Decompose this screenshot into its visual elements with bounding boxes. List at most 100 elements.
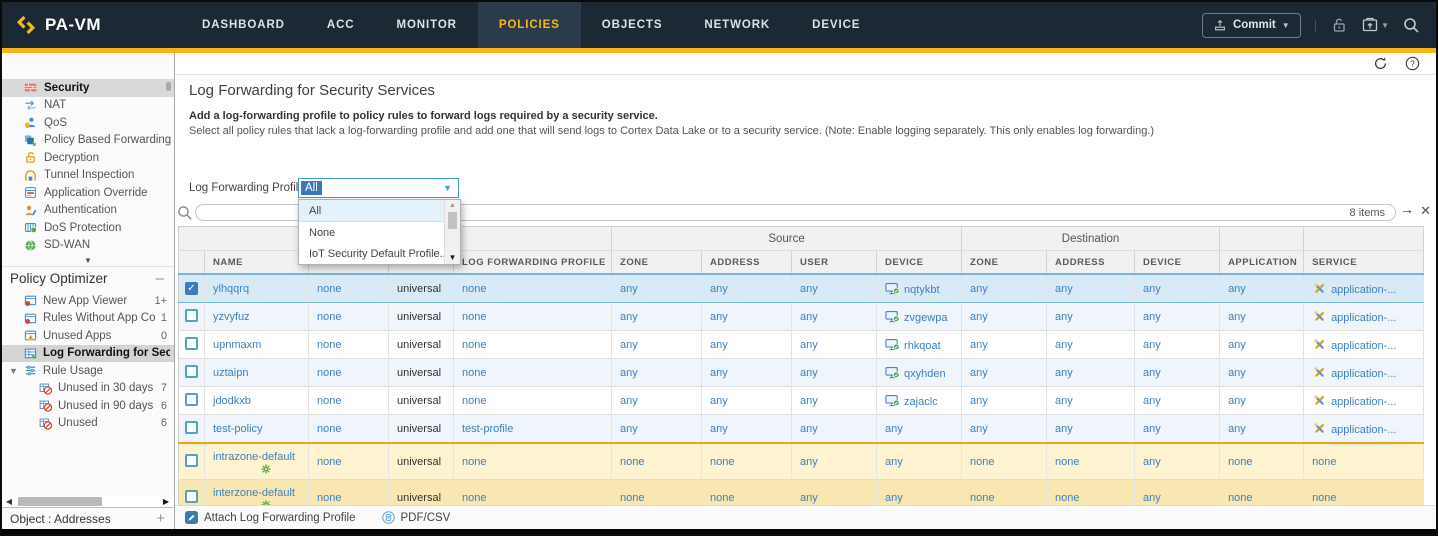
scroll-left-icon[interactable]: ◀ bbox=[2, 497, 16, 506]
rule-name-link[interactable]: interzone-default bbox=[213, 487, 304, 500]
row-checkbox[interactable] bbox=[185, 393, 198, 406]
rule-type-cell[interactable]: universal bbox=[389, 331, 454, 359]
sidebar-item-security[interactable]: Security bbox=[2, 79, 174, 97]
clear-filter-icon[interactable]: ✕ bbox=[1420, 203, 1431, 219]
rule-type-cell[interactable]: universal bbox=[389, 303, 454, 331]
dest-zone-cell[interactable]: any bbox=[962, 387, 1047, 415]
source-zone-cell[interactable]: any bbox=[612, 331, 702, 359]
row-checkbox[interactable]: ✓ bbox=[185, 282, 198, 295]
application-cell[interactable]: any bbox=[1220, 303, 1304, 331]
col-checkbox[interactable] bbox=[179, 251, 205, 275]
sidebar-item-nat[interactable]: NAT bbox=[2, 97, 174, 115]
source-device-cell[interactable]: any bbox=[877, 415, 962, 444]
col-source-address[interactable]: ADDRESS bbox=[702, 251, 792, 275]
service-cell[interactable]: application-... bbox=[1304, 331, 1424, 359]
optimizer-item-rule-usage[interactable]: ▼Rule Usage bbox=[2, 362, 174, 380]
log-forwarding-profile-cell[interactable]: none bbox=[454, 274, 612, 303]
optimizer-item-unused-in-30-days[interactable]: Unused in 30 days7 bbox=[2, 380, 174, 398]
rule-type-cell[interactable]: universal bbox=[389, 415, 454, 444]
col-dest-device[interactable]: DEVICE bbox=[1135, 251, 1220, 275]
rule-type-cell[interactable]: universal bbox=[389, 443, 454, 480]
sidebar-item-policy-based-forwarding[interactable]: Policy Based Forwarding bbox=[2, 132, 174, 150]
scroll-down-arrow-icon[interactable]: ▼ bbox=[2, 254, 174, 266]
service-link[interactable]: application-... bbox=[1331, 340, 1396, 352]
source-address-cell[interactable]: any bbox=[702, 303, 792, 331]
tags-cell[interactable]: none bbox=[309, 359, 389, 387]
source-address-cell[interactable]: any bbox=[702, 415, 792, 444]
source-address-cell[interactable]: any bbox=[702, 331, 792, 359]
col-source-zone[interactable]: ZONE bbox=[612, 251, 702, 275]
source-address-cell[interactable]: any bbox=[702, 359, 792, 387]
row-checkbox-cell[interactable] bbox=[179, 443, 205, 480]
source-zone-cell[interactable]: any bbox=[612, 387, 702, 415]
sidebar-footer[interactable]: Object : Addresses + bbox=[2, 507, 173, 529]
log-forwarding-profile-cell[interactable]: none bbox=[454, 387, 612, 415]
user-cell[interactable]: any bbox=[792, 359, 877, 387]
col-dest-address[interactable]: ADDRESS bbox=[1047, 251, 1135, 275]
sidebar-item-sd-wan[interactable]: SD-WAN bbox=[2, 237, 174, 255]
application-cell[interactable]: any bbox=[1220, 415, 1304, 444]
dest-address-cell[interactable]: any bbox=[1047, 415, 1135, 444]
source-device-link[interactable]: nqtykbt bbox=[904, 284, 939, 296]
service-cell[interactable]: application-... bbox=[1304, 274, 1424, 303]
row-checkbox[interactable] bbox=[185, 309, 198, 322]
commit-button[interactable]: Commit ▼ bbox=[1202, 13, 1301, 38]
table-row-upnmaxm[interactable]: upnmaxmnoneuniversalnoneanyanyanyrhkqoat… bbox=[179, 331, 1424, 359]
source-device-cell[interactable]: rhkqoat bbox=[877, 331, 962, 359]
dest-address-cell[interactable]: none bbox=[1047, 443, 1135, 480]
sidebar-item-dos-protection[interactable]: DoS Protection bbox=[2, 219, 174, 237]
plus-icon[interactable]: + bbox=[156, 510, 165, 527]
optimizer-item-new-app-viewer[interactable]: New App Viewer1+ bbox=[2, 292, 174, 310]
col-service[interactable]: SERVICE bbox=[1304, 251, 1424, 275]
tab-dashboard[interactable]: DASHBOARD bbox=[181, 2, 306, 48]
source-device-cell[interactable]: nqtykbt bbox=[877, 274, 962, 303]
table-row-intrazone-default[interactable]: intrazone-defaultnoneuniversalnonenoneno… bbox=[179, 443, 1424, 480]
sidebar-item-tunnel-inspection[interactable]: Tunnel Inspection bbox=[2, 167, 174, 185]
dest-zone-cell[interactable]: any bbox=[962, 331, 1047, 359]
user-cell[interactable]: any bbox=[792, 443, 877, 480]
source-device-cell[interactable]: qxyhden bbox=[877, 359, 962, 387]
user-cell[interactable]: any bbox=[792, 331, 877, 359]
dropdown-scrollbar-thumb[interactable] bbox=[448, 212, 457, 229]
col-user[interactable]: USER bbox=[792, 251, 877, 275]
rule-name-link[interactable]: jdodkxb bbox=[205, 387, 309, 415]
optimizer-item-unused-in-90-days[interactable]: Unused in 90 days6 bbox=[2, 397, 174, 415]
rule-type-cell[interactable]: universal bbox=[389, 274, 454, 303]
dest-zone-cell[interactable]: any bbox=[962, 359, 1047, 387]
row-checkbox-cell[interactable] bbox=[179, 415, 205, 444]
dest-zone-cell[interactable]: any bbox=[962, 415, 1047, 444]
log-forwarding-profile-cell[interactable]: none bbox=[454, 303, 612, 331]
source-device-link[interactable]: any bbox=[885, 492, 903, 504]
user-cell[interactable]: any bbox=[792, 387, 877, 415]
source-device-link[interactable]: zvgewpa bbox=[904, 312, 947, 324]
source-address-cell[interactable]: any bbox=[702, 274, 792, 303]
log-forwarding-profile-cell[interactable]: test-profile bbox=[454, 415, 612, 444]
sidebar-item-application-override[interactable]: Application Override bbox=[2, 184, 174, 202]
rule-name-link[interactable]: uztaipn bbox=[205, 359, 309, 387]
user-cell[interactable]: any bbox=[792, 303, 877, 331]
col-log-forwarding-profile[interactable]: LOG FORWARDING PROFILE bbox=[454, 251, 612, 275]
dest-address-cell[interactable]: any bbox=[1047, 359, 1135, 387]
dest-device-cell[interactable]: any bbox=[1135, 415, 1220, 444]
tags-cell[interactable]: none bbox=[309, 303, 389, 331]
rule-name-link[interactable]: upnmaxm bbox=[205, 331, 309, 359]
service-link[interactable]: application-... bbox=[1331, 424, 1396, 436]
rule-type-cell[interactable]: universal bbox=[389, 387, 454, 415]
apply-filter-arrow-icon[interactable]: → bbox=[1400, 201, 1414, 217]
service-link[interactable]: application-... bbox=[1331, 312, 1396, 324]
table-row-uztaipn[interactable]: uztaipnnoneuniversalnoneanyanyanyqxyhden… bbox=[179, 359, 1424, 387]
user-cell[interactable]: any bbox=[792, 274, 877, 303]
tab-network[interactable]: NETWORK bbox=[683, 2, 791, 48]
source-zone-cell[interactable]: any bbox=[612, 359, 702, 387]
application-cell[interactable]: any bbox=[1220, 274, 1304, 303]
tab-policies[interactable]: POLICIES bbox=[478, 2, 581, 48]
source-device-cell[interactable]: zvgewpa bbox=[877, 303, 962, 331]
source-address-cell[interactable]: none bbox=[702, 443, 792, 480]
source-device-cell[interactable]: zajaclc bbox=[877, 387, 962, 415]
tags-cell[interactable]: none bbox=[309, 443, 389, 480]
source-zone-cell[interactable]: any bbox=[612, 303, 702, 331]
service-link[interactable]: application-... bbox=[1331, 396, 1396, 408]
optimizer-item-unused-apps[interactable]: Unused Apps0 bbox=[2, 327, 174, 345]
service-cell[interactable]: application-... bbox=[1304, 415, 1424, 444]
row-checkbox[interactable] bbox=[185, 421, 198, 434]
